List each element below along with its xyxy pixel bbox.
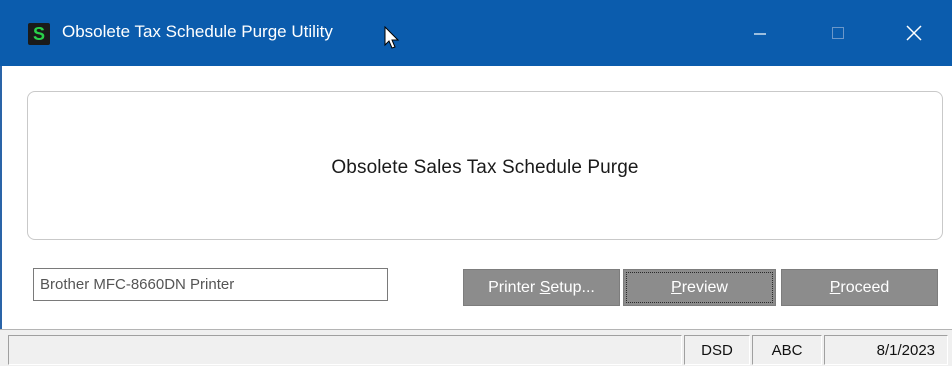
app-logo-icon: S xyxy=(28,23,50,45)
proceed-label: roceed xyxy=(840,278,890,296)
printer-setup-label-suffix: etup... xyxy=(550,278,595,296)
preview-accelerator: P xyxy=(671,278,682,296)
printer-setup-accelerator: S xyxy=(539,278,551,296)
close-icon xyxy=(906,25,922,41)
heading-panel: Obsolete Sales Tax Schedule Purge xyxy=(27,91,943,240)
proceed-button[interactable]: Proceed xyxy=(781,269,938,306)
preview-button[interactable]: Preview xyxy=(623,269,776,306)
printer-setup-label-prefix: Printer xyxy=(488,278,540,296)
status-message xyxy=(8,335,682,365)
minimize-button[interactable] xyxy=(722,0,798,66)
status-company-code: DSD xyxy=(684,335,750,365)
title-bar[interactable]: S Obsolete Tax Schedule Purge Utility xyxy=(0,0,952,66)
utility-heading: Obsolete Sales Tax Schedule Purge xyxy=(331,157,639,178)
maximize-button[interactable] xyxy=(800,0,876,66)
preview-label: review xyxy=(681,278,728,296)
proceed-accelerator: P xyxy=(829,278,841,296)
close-button[interactable] xyxy=(876,0,952,66)
status-date: 8/1/2023 xyxy=(824,335,948,365)
printer-setup-button[interactable]: Printer Setup... xyxy=(463,269,620,306)
window-left-border xyxy=(0,66,2,366)
status-bar: DSD ABC 8/1/2023 xyxy=(0,329,952,366)
minimize-icon xyxy=(754,33,766,35)
maximize-icon xyxy=(832,27,844,39)
mouse-pointer-icon xyxy=(384,26,400,49)
status-user-code: ABC xyxy=(752,335,822,365)
application-window: S Obsolete Tax Schedule Purge Utility Ob… xyxy=(0,0,952,366)
printer-name-field[interactable]: Brother MFC-8660DN Printer xyxy=(33,268,388,301)
window-title: Obsolete Tax Schedule Purge Utility xyxy=(62,22,333,41)
